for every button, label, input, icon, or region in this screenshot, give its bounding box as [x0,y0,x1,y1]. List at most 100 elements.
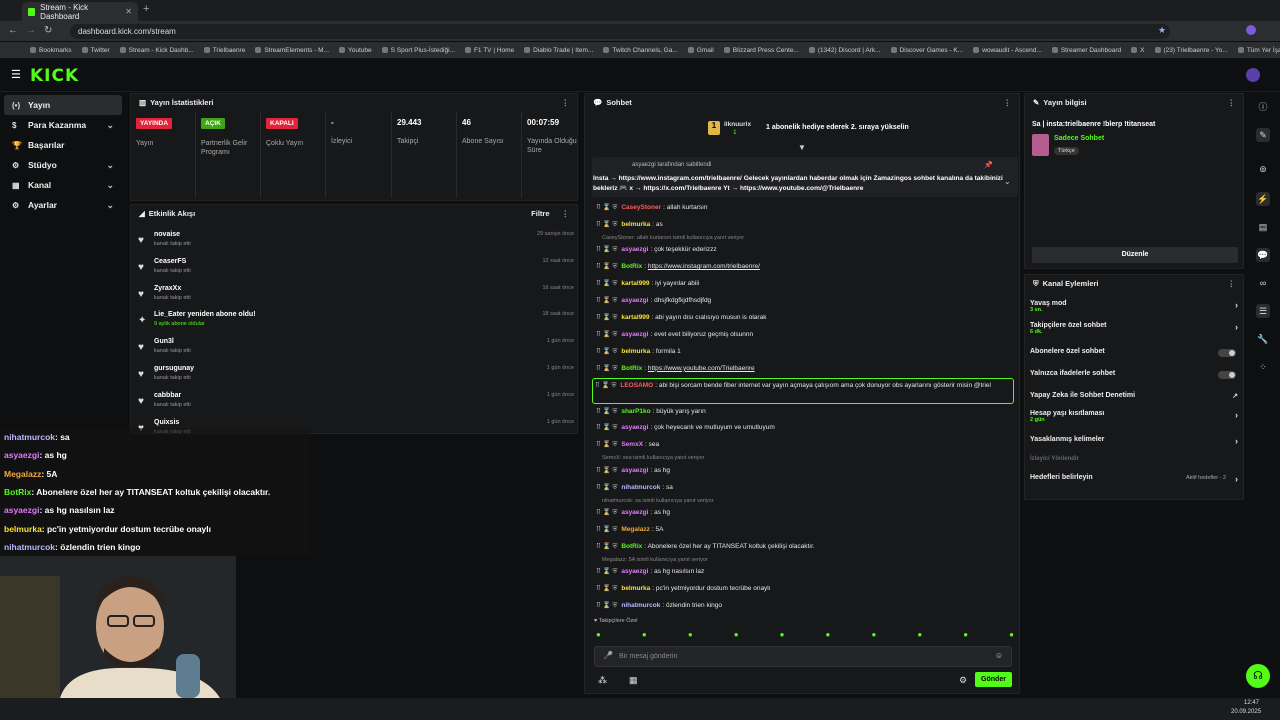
collapse-icon[interactable]: ▼ [798,143,806,152]
bookmark-item[interactable]: Twitch Channels, Ga... [603,47,678,54]
emote-icon[interactable]: ● [871,630,876,642]
chevron-down-icon[interactable]: ⌄ [106,160,114,171]
chat-username[interactable]: kartal999 [621,280,649,287]
profile-avatar[interactable] [1246,25,1256,35]
chat-username[interactable]: LEOSAMO [620,382,653,389]
wrench-icon[interactable]: 🔧 [1256,332,1270,346]
chat-username[interactable]: asyaezgi [621,424,648,431]
chat-username[interactable]: asyaezgi [621,568,648,575]
channel-action-5[interactable]: Hesap yaşı kısıtlaması 2 gün › [1030,410,1242,424]
new-tab-icon[interactable]: + [143,3,149,15]
bookmark-item[interactable]: Streamer Dashboard [1051,47,1121,54]
channel-action-0[interactable]: Yavaş mod 3 sn. › [1030,300,1242,314]
mod-actions-icon[interactable]: ⠿ ⌛ ⛨ [596,424,617,431]
more-icon[interactable]: ⋮ [1228,279,1236,288]
mod-actions-icon[interactable]: ⠿ ⌛ ⛨ [596,365,617,372]
chat-message[interactable]: ⠿ ⌛ ⛨ asyaezgi: çok heyecanlı ve mutluyum… [596,420,1014,437]
filter-button[interactable]: Filtre [531,209,549,218]
nodes-icon[interactable]: ⁘ [1256,360,1270,374]
lightning-icon[interactable]: ⚡ [1256,192,1270,206]
emote-icon[interactable]: ● [688,630,693,642]
bookmark-item[interactable]: (1342) Discord | Ark... [808,47,881,54]
bookmark-item[interactable]: Diablo Trade | Item... [524,47,593,54]
emote-icon[interactable]: ● [642,630,647,642]
chat-username[interactable]: nihatmurcok [621,484,660,491]
mod-actions-icon[interactable]: ⠿ ⌛ ⛨ [596,297,617,304]
mod-actions-icon[interactable]: ⠿ ⌛ ⛨ [596,441,617,448]
emote-icon[interactable]: ● [734,630,739,642]
mod-actions-icon[interactable]: ⠿ ⌛ ⛨ [596,568,617,575]
mod-actions-icon[interactable]: ⠿ ⌛ ⛨ [596,408,617,415]
emote-icon[interactable]: ● [780,630,785,642]
chevron-down-icon[interactable]: ⌄ [106,200,114,211]
channel-action-1[interactable]: Takipçilere özel sohbet 6 dk. › [1030,322,1242,336]
store-icon[interactable]: ▦ [629,675,638,686]
chat-username[interactable]: BotRix [621,263,642,270]
mic-icon[interactable]: 🎤 [603,651,613,660]
bookmark-item[interactable]: S Sport Plus-İstediği... [381,47,455,54]
more-icon[interactable]: ⋮ [1228,98,1236,107]
bookmark-item[interactable]: Blizzard Press Cente... [723,47,799,54]
chat-username[interactable]: sharP1ko [621,408,650,415]
list-icon[interactable]: ☰ [1256,304,1270,318]
chat-message[interactable]: ⠿ ⌛ ⛨ LEOSAMO: abi bişi sorcam bende fibe… [592,377,1014,404]
chat-message[interactable]: ⠿ ⌛ ⛨ nihatmurcok: özlendin trien kingo [596,598,1014,615]
channel-action-4[interactable]: Yapay Zeka ile Sohbet Denetimi ↗ [1030,392,1242,406]
chat-message[interactable]: ⠿ ⌛ ⛨ asyaezgi: as hg nasılsın laz [596,564,1014,581]
pencil-icon[interactable]: ✎ [1256,128,1270,142]
chat-message[interactable]: ⠿ ⌛ ⛨ asyaezgi: evet evet biliyoruz geçmi… [596,327,1014,344]
chat-username[interactable]: BotRix [621,365,642,372]
bookmark-item[interactable]: Gmail [687,47,714,54]
chat-message[interactable]: ⠿ ⌛ ⛨ nihatmurcok: sa [596,480,1014,497]
mod-actions-icon[interactable]: ⠿ ⌛ ⛨ [596,585,617,592]
bookmark-item[interactable]: X [1131,47,1145,54]
chat-username[interactable]: SemxX [621,441,643,448]
sidebar-item-yayın[interactable]: (•) Yayın [4,95,122,115]
bookmark-item[interactable]: Stream - Kick Dashb... [119,47,194,54]
chat-message[interactable]: ⠿ ⌛ ⛨ Megalazz: 5A [596,522,1014,539]
chat-message[interactable]: ⠿ ⌛ ⛨ BotRix: https://www.instagram.com/t… [596,259,1014,276]
more-icon[interactable]: ⋮ [562,209,570,218]
toggle-switch[interactable] [1218,371,1236,379]
back-icon[interactable]: ← [8,25,18,36]
chevron-down-icon[interactable]: ⌄ [106,120,114,131]
emoji-icon[interactable]: ☺ [995,651,1003,660]
mod-actions-icon[interactable]: ⠿ ⌛ ⛨ [596,221,617,228]
channel-action-3[interactable]: Yalnızca ifadelerle sohbet [1030,370,1242,384]
chat-message[interactable]: ⠿ ⌛ ⛨ kartal999: iyi yayınlar abiii [596,276,1014,293]
mod-actions-icon[interactable]: ⠿ ⌛ ⛨ [596,204,617,211]
chat-username[interactable]: asyaezgi [621,467,648,474]
close-icon[interactable]: ✕ [125,7,132,16]
chat-message[interactable]: ⠿ ⌛ ⛨ BotRix: https://www.youtube.com/Tri… [596,361,1014,378]
chat-icon[interactable]: 💬 [1256,248,1270,262]
emote-icon[interactable]: ● [963,630,968,642]
send-button[interactable]: Gönder [975,672,1012,687]
chat-link[interactable]: https://www.instagram.com/trielbaenre/ [648,263,760,270]
chat-username[interactable]: BotRix [621,543,642,550]
channel-action-2[interactable]: Abonelere özel sohbet [1030,348,1242,362]
sidebar-item-stüdyo[interactable]: ⚙ Stüdyo ⌄ [4,155,122,175]
mod-actions-icon[interactable]: ⠿ ⌛ ⛨ [596,509,617,516]
chat-username[interactable]: asyaezgi [621,246,648,253]
expand-icon[interactable]: ⌄ [1004,177,1011,186]
toggle-switch[interactable] [1218,349,1236,357]
bookmark-item[interactable]: wowaudit - Ascend... [973,47,1042,54]
chat-username[interactable]: belmurka [621,348,650,355]
info-icon[interactable]: ⓘ [1256,100,1270,114]
bookmark-item[interactable]: Bookmarks [30,47,72,54]
target-icon[interactable]: ⊚ [1256,162,1270,176]
mod-actions-icon[interactable]: ⠿ ⌛ ⛨ [596,331,617,338]
forward-icon[interactable]: → [26,25,36,36]
category-name[interactable]: Sadece Sohbet [1054,135,1104,142]
chat-link[interactable]: https://www.youtube.com/Trielbaenre [648,365,755,372]
bookmark-item[interactable]: (23) Trielbaenre - Yo... [1154,47,1228,54]
chevron-down-icon[interactable]: ⌄ [106,180,114,191]
emote-icon[interactable]: ● [596,630,601,642]
url-field[interactable]: dashboard.kick.com/stream [70,24,1170,39]
channel-action-6[interactable]: Yasaklanmış kelimeler › [1030,436,1242,450]
chat-username[interactable]: nihatmurcok [621,602,660,609]
bookmark-item[interactable]: Tüm Yer İşaretleri [1237,47,1280,54]
browser-tab[interactable]: Stream - Kick Dashboard ✕ [22,2,138,21]
users-icon[interactable]: ⁂ [598,675,607,686]
chat-username[interactable]: belmurka [621,585,650,592]
